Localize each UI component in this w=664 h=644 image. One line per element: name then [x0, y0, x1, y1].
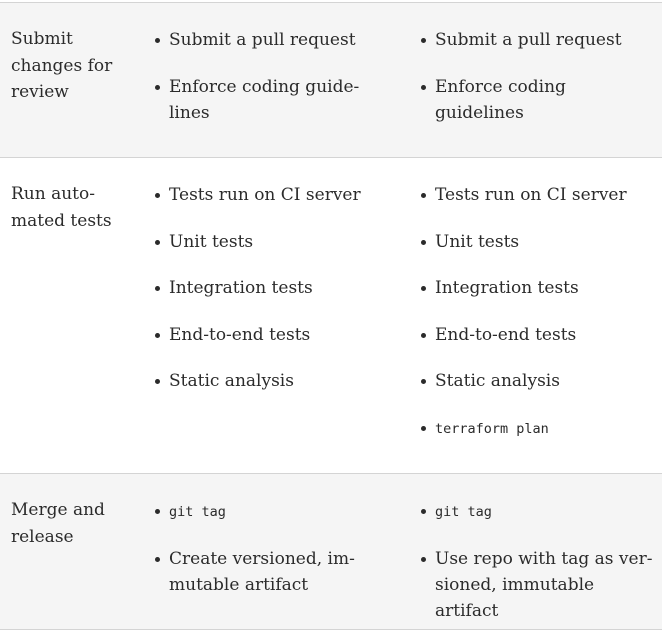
- row-label-line: Run auto-: [11, 184, 95, 204]
- list-item: Submit a pull request: [153, 27, 363, 53]
- item-text: End-to-end tests: [435, 324, 577, 345]
- item-text: End-to-end tests: [169, 324, 311, 345]
- item-text: Integration tests: [435, 278, 579, 298]
- item-text: Enforce coding guide-: [169, 76, 360, 97]
- column-b-cell: Tests run on CI server Unit tests Integrat…: [419, 182, 659, 462]
- row-label: Run auto- mated tests: [11, 181, 131, 234]
- list-item: Enforce coding guide-lines: [153, 74, 363, 126]
- list-item: Integration tests: [419, 275, 659, 301]
- item-text: Static analysis: [169, 371, 294, 391]
- list-item: End-to-end tests: [419, 322, 659, 348]
- item-text: sioned, immutable artifact: [435, 574, 595, 621]
- code-text: git tag: [169, 504, 226, 520]
- column-b-cell: git tag Use repo with tag as ver-sioned, …: [419, 498, 659, 644]
- list-item: Integration tests: [153, 275, 363, 301]
- list-item: Create versioned, im-mutable artifact: [153, 546, 363, 598]
- code-text: git tag: [435, 504, 492, 520]
- row-label-line: review: [11, 82, 69, 102]
- list-item: End-to-end tests: [153, 322, 363, 348]
- list-item: git tag: [153, 498, 363, 525]
- item-text: Create versioned, im-: [169, 548, 355, 569]
- row-label-line: mated tests: [11, 210, 112, 231]
- list-item: Static analysis: [153, 368, 363, 394]
- list-item: Submit a pull request: [419, 27, 659, 53]
- row-label-line: Merge and: [11, 500, 105, 520]
- list-item: terraform plan: [419, 415, 659, 442]
- item-text: Static analysis: [435, 371, 560, 391]
- bullet-list: Tests run on CI server Unit tests Integrat…: [419, 182, 659, 442]
- item-text: Tests run on CI server: [435, 185, 627, 205]
- row-label: Merge and release: [11, 497, 131, 550]
- item-text: Use repo with tag as ver-: [435, 548, 653, 569]
- row-label-line: Submit: [11, 29, 73, 49]
- table-row-run-tests: Run auto- mated tests Tests run on CI se…: [0, 158, 662, 474]
- list-item: git tag: [419, 498, 659, 525]
- item-text: Integration tests: [169, 278, 313, 298]
- column-a-cell: Submit a pull request Enforce coding guid…: [153, 27, 363, 146]
- column-a-cell: git tag Create versioned, im-mutable arti…: [153, 498, 363, 618]
- item-text: Unit tests: [435, 231, 520, 252]
- comparison-table: Submit changes for review Submit a pull …: [0, 2, 662, 630]
- table-row-merge-release: Merge and release git tag Create versione…: [0, 474, 662, 630]
- item-text: Tests run on CI server: [169, 185, 361, 205]
- list-item: Unit tests: [153, 229, 363, 255]
- list-item: Tests run on CI server: [153, 182, 363, 208]
- column-b-cell: Submit a pull request Enforce coding guid…: [419, 27, 659, 146]
- item-text: Submit a pull request: [435, 30, 622, 50]
- bullet-list: Submit a pull request Enforce coding guid…: [153, 27, 363, 126]
- bullet-list: git tag Use repo with tag as ver-sioned, …: [419, 498, 659, 624]
- code-text: terraform plan: [435, 420, 549, 437]
- item-text: mutable artifact: [169, 574, 309, 595]
- row-label: Submit changes for review: [11, 26, 131, 106]
- column-a-cell: Tests run on CI server Unit tests Integrat…: [153, 182, 363, 415]
- item-text: Unit tests: [169, 231, 254, 252]
- item-text: Enforce coding guidelines: [435, 76, 566, 123]
- table-row-submit-changes: Submit changes for review Submit a pull …: [0, 3, 662, 158]
- list-item: Enforce coding guidelines: [419, 74, 659, 126]
- list-item: Use repo with tag as ver-sioned, immutab…: [419, 546, 659, 624]
- item-text: lines: [169, 102, 210, 123]
- list-item: Tests run on CI server: [419, 182, 659, 208]
- list-item: Unit tests: [419, 229, 659, 255]
- row-label-line: changes for: [11, 55, 113, 76]
- bullet-list: git tag Create versioned, im-mutable arti…: [153, 498, 363, 598]
- bullet-list: Tests run on CI server Unit tests Integrat…: [153, 182, 363, 394]
- item-text: Submit a pull request: [169, 30, 356, 50]
- bullet-list: Submit a pull request Enforce coding guid…: [419, 27, 659, 126]
- list-item: Static analysis: [419, 368, 659, 394]
- row-label-line: release: [11, 526, 74, 547]
